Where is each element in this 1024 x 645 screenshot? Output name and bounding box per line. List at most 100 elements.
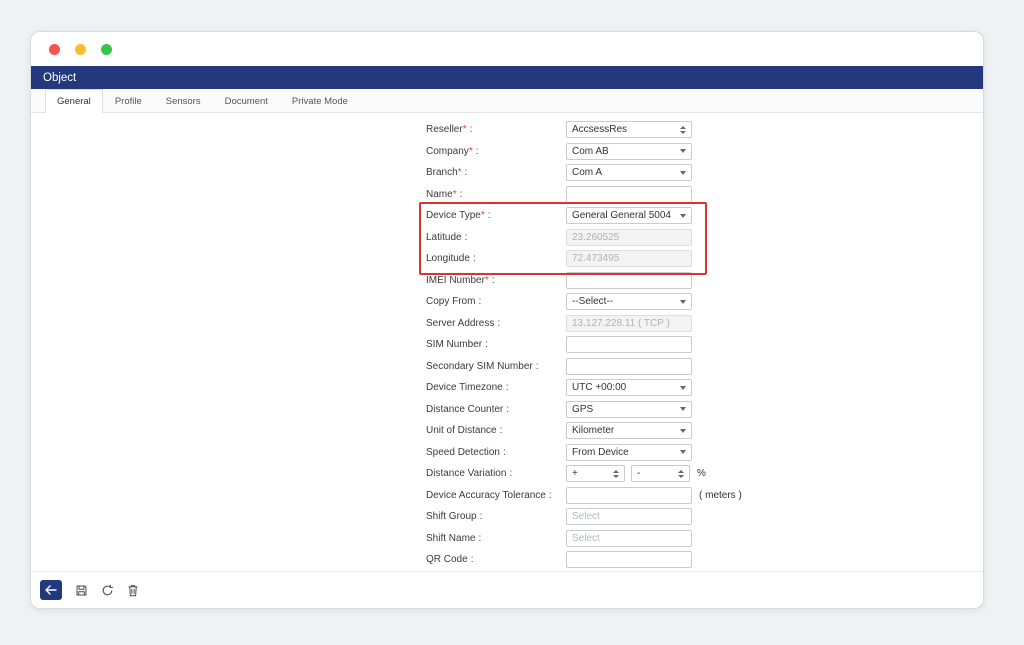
copy-from-select[interactable]: --Select-- <box>566 293 692 310</box>
save-floppy-icon <box>75 584 88 597</box>
form-row-distance-variation: Distance Variation: + - % <box>426 463 983 485</box>
field-label: Device Accuracy Tolerance <box>426 490 546 501</box>
form-row-secondary-sim: Secondary SIM Number: <box>426 356 983 378</box>
form-row-sim-number: SIM Number: <box>426 334 983 356</box>
updown-arrows-icon <box>680 126 686 134</box>
tab-document[interactable]: Document <box>213 89 280 112</box>
chevron-down-icon <box>680 300 686 304</box>
chevron-down-icon <box>680 149 686 153</box>
qr-code-input[interactable] <box>566 551 692 568</box>
minimize-window-button[interactable] <box>75 44 86 55</box>
form-row-reseller: Reseller*: AccsessRes <box>426 119 983 141</box>
device-timezone-select[interactable]: UTC +00:00 <box>566 379 692 396</box>
field-label: Distance Variation <box>426 468 506 479</box>
updown-arrows-icon <box>678 470 684 478</box>
form-row-qr-code: QR Code: <box>426 549 983 571</box>
distance-variation-plus-select[interactable]: + <box>566 465 625 482</box>
field-label: Longitude <box>426 253 470 264</box>
chevron-down-icon <box>680 429 686 433</box>
field-label: Speed Detection <box>426 447 500 458</box>
field-label: Latitude <box>426 232 462 243</box>
page-header: Object <box>31 66 983 89</box>
arrow-left-icon <box>45 585 57 595</box>
trash-icon <box>127 584 139 597</box>
chevron-down-icon <box>680 407 686 411</box>
shift-group-input[interactable] <box>566 508 692 525</box>
speed-detection-select[interactable]: From Device <box>566 444 692 461</box>
form-row-accuracy-tolerance: Device Accuracy Tolerance: ( meters ) <box>426 485 983 507</box>
field-label: Shift Group <box>426 511 477 522</box>
refresh-icon <box>101 584 114 597</box>
distance-counter-select[interactable]: GPS <box>566 401 692 418</box>
sim-number-input[interactable] <box>566 336 692 353</box>
object-form: Reseller*: AccsessRes Company*: Com AB B… <box>426 113 983 571</box>
required-marker: * <box>453 189 457 200</box>
form-row-unit-of-distance: Unit of Distance: Kilometer <box>426 420 983 442</box>
field-label: Device Type <box>426 210 481 221</box>
form-row-device-timezone: Device Timezone: UTC +00:00 <box>426 377 983 399</box>
field-label: Copy From <box>426 296 475 307</box>
close-window-button[interactable] <box>49 44 60 55</box>
back-button[interactable] <box>40 580 62 600</box>
delete-button[interactable] <box>127 584 139 597</box>
tab-bar: General Profile Sensors Document Private… <box>31 89 983 113</box>
tab-private-mode[interactable]: Private Mode <box>280 89 360 112</box>
required-marker: * <box>463 124 467 135</box>
field-label: Branch <box>426 167 458 178</box>
form-row-shift-group: Shift Group: <box>426 506 983 528</box>
field-label: Distance Counter <box>426 404 503 415</box>
bottom-toolbar <box>31 571 983 608</box>
field-label: QR Code <box>426 554 468 565</box>
name-input[interactable] <box>566 186 692 203</box>
field-label: Device Timezone <box>426 382 503 393</box>
field-label: SIM Number <box>426 339 482 350</box>
meters-suffix: ( meters ) <box>699 490 742 501</box>
form-row-server-address: Server Address: <box>426 313 983 335</box>
required-marker: * <box>485 275 489 286</box>
field-label: Server Address <box>426 318 494 329</box>
percent-suffix: % <box>697 468 706 479</box>
chevron-down-icon <box>680 171 686 175</box>
tab-general[interactable]: General <box>45 89 103 113</box>
field-label: Secondary SIM Number <box>426 361 533 372</box>
chevron-down-icon <box>680 386 686 390</box>
form-row-distance-counter: Distance Counter: GPS <box>426 399 983 421</box>
reseller-select[interactable]: AccsessRes <box>566 121 692 138</box>
secondary-sim-number-input[interactable] <box>566 358 692 375</box>
company-select[interactable]: Com AB <box>566 143 692 160</box>
tab-sensors[interactable]: Sensors <box>154 89 213 112</box>
chevron-down-icon <box>680 214 686 218</box>
server-address-input <box>566 315 692 332</box>
zoom-window-button[interactable] <box>101 44 112 55</box>
branch-select[interactable]: Com A <box>566 164 692 181</box>
distance-variation-minus-select[interactable]: - <box>631 465 690 482</box>
field-label: Reseller <box>426 124 463 135</box>
device-accuracy-tolerance-input[interactable] <box>566 487 692 504</box>
imei-number-input[interactable] <box>566 272 692 289</box>
field-label: Shift Name <box>426 533 475 544</box>
page-title: Object <box>43 72 76 84</box>
updown-arrows-icon <box>613 470 619 478</box>
unit-of-distance-select[interactable]: Kilometer <box>566 422 692 439</box>
save-button[interactable] <box>75 584 88 597</box>
shift-name-input[interactable] <box>566 530 692 547</box>
form-row-name: Name*: <box>426 184 983 206</box>
reset-button[interactable] <box>101 584 114 597</box>
form-row-copy-from: Copy From: --Select-- <box>426 291 983 313</box>
app-window: Object General Profile Sensors Document … <box>30 31 984 609</box>
form-row-company: Company*: Com AB <box>426 141 983 163</box>
longitude-input <box>566 250 692 267</box>
field-label: IMEI Number <box>426 275 485 286</box>
required-marker: * <box>481 210 485 221</box>
form-row-longitude: Longitude: <box>426 248 983 270</box>
latitude-input <box>566 229 692 246</box>
form-row-latitude: Latitude: <box>426 227 983 249</box>
required-marker: * <box>458 167 462 178</box>
field-label: Name <box>426 189 453 200</box>
form-row-device-type: Device Type*: General General 5004 <box>426 205 983 227</box>
chevron-down-icon <box>680 450 686 454</box>
form-row-shift-name: Shift Name: <box>426 528 983 550</box>
field-label: Unit of Distance <box>426 425 497 436</box>
device-type-select[interactable]: General General 5004 <box>566 207 692 224</box>
tab-profile[interactable]: Profile <box>103 89 154 112</box>
